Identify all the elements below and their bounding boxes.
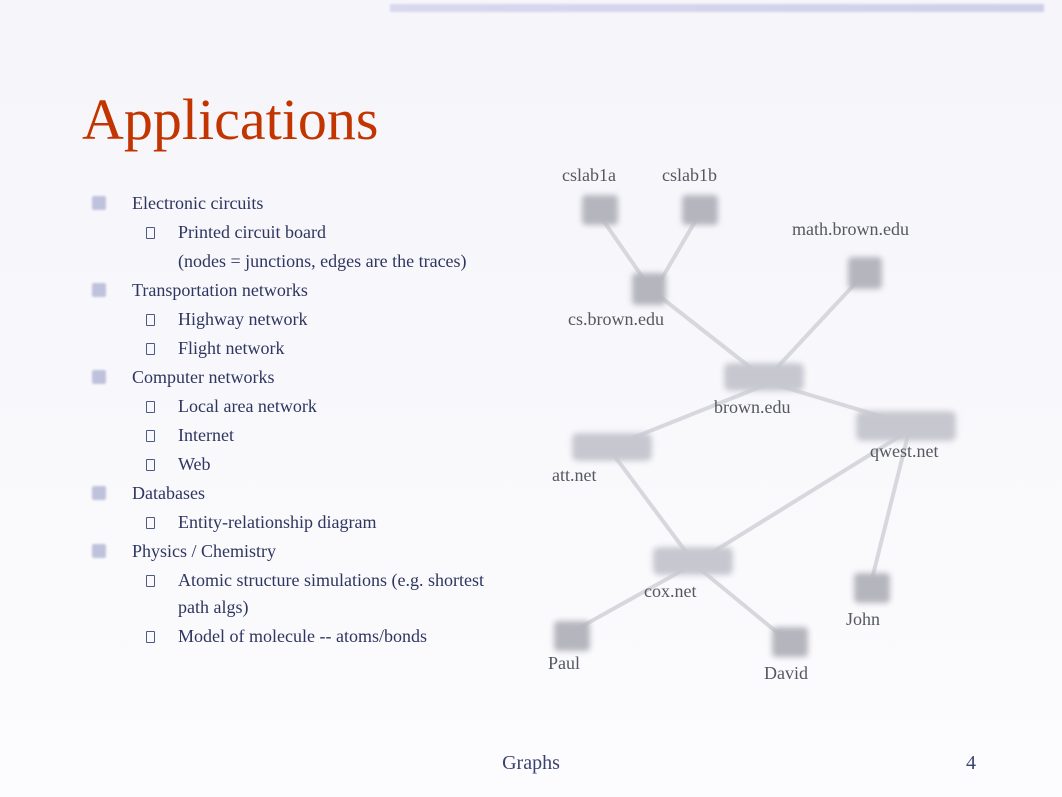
list-item: Computer networks [86, 364, 486, 391]
top-accent-bar [390, 4, 1044, 12]
list-item: (nodes = junctions, edges are the traces… [86, 248, 486, 275]
list-item: Model of molecule -- atoms/bonds [86, 623, 486, 650]
list-item: Transportation networks [86, 277, 486, 304]
network-diagram: cslab1a cslab1b math.brown.edu cs.brown.… [510, 165, 1050, 725]
list-item: Atomic structure simulations (e.g. short… [86, 567, 486, 621]
list-item: Web [86, 451, 486, 478]
server-icon [632, 273, 666, 305]
list-item: Electronic circuits [86, 190, 486, 217]
router-icon [572, 433, 652, 461]
computer-icon [582, 195, 618, 225]
list-item: Databases [86, 480, 486, 507]
node-label: cox.net [644, 581, 696, 602]
list-item: Entity-relationship diagram [86, 509, 486, 536]
server-icon [848, 257, 882, 289]
node-label: David [764, 663, 808, 684]
router-icon [856, 411, 956, 441]
node-label: att.net [552, 465, 596, 486]
computer-icon [854, 573, 890, 603]
node-label: Paul [548, 653, 580, 674]
node-label: cslab1b [662, 165, 717, 186]
computer-icon [772, 627, 808, 657]
node-label: cs.brown.edu [568, 309, 664, 330]
node-label: cslab1a [562, 165, 616, 186]
node-label: qwest.net [870, 441, 938, 462]
computer-icon [682, 195, 718, 225]
list-item: Internet [86, 422, 486, 449]
node-label: brown.edu [714, 397, 790, 418]
list-item: Physics / Chemistry [86, 538, 486, 565]
list-item: Local area network [86, 393, 486, 420]
node-label: math.brown.edu [792, 219, 909, 240]
computer-icon [554, 621, 590, 651]
page-number: 4 [966, 752, 976, 775]
bullet-list: Electronic circuits Printed circuit boar… [86, 190, 486, 652]
router-icon [724, 363, 804, 391]
list-item: Printed circuit board [86, 219, 486, 246]
footer-label: Graphs [0, 752, 1062, 775]
list-item: Highway network [86, 306, 486, 333]
slide-title: Applications [82, 86, 378, 153]
list-item: Flight network [86, 335, 486, 362]
node-label: John [846, 609, 880, 630]
router-icon [653, 547, 733, 575]
